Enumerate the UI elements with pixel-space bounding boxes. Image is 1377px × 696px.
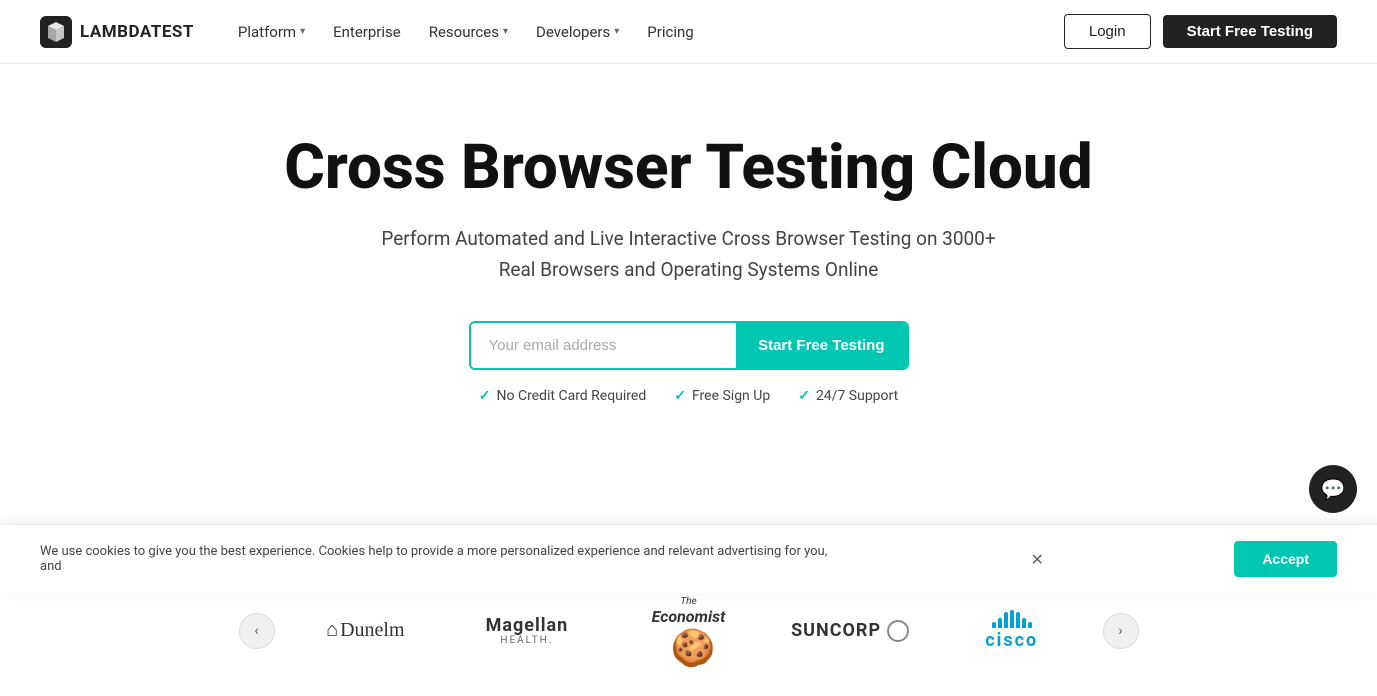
cisco-text: cisco [985, 630, 1038, 651]
magellan-bottom-text: HEALTH. [500, 635, 553, 646]
chevron-down-icon: ▾ [503, 26, 508, 37]
brand-name: LAMBDATEST [80, 22, 194, 42]
economist-the-text: The [680, 596, 696, 607]
logos-row: ‹ ⌂ Dunelm Magellan HEALTH. The [239, 606, 1139, 656]
cookie-text: We use cookies to give you the best expe… [40, 544, 840, 574]
nav-item-developers[interactable]: Developers ▾ [524, 17, 631, 47]
nav-item-enterprise[interactable]: Enterprise [321, 17, 413, 47]
cisco-bar [1004, 612, 1008, 628]
chevron-down-icon: ▾ [300, 26, 305, 37]
brand-logo-cisco: cisco [941, 606, 1083, 656]
support-label: 24/7 Support [816, 388, 898, 404]
nav-item-resources[interactable]: Resources ▾ [417, 17, 520, 47]
chat-icon: 💬 [1321, 477, 1346, 501]
start-free-testing-nav-button[interactable]: Start Free Testing [1163, 15, 1337, 48]
nav-platform-label: Platform [238, 23, 296, 41]
nav-developers-label: Developers [536, 23, 610, 41]
brand-logo-suncorp: SUNCORP [779, 606, 921, 656]
suncorp-circle-icon [887, 620, 909, 642]
hero-section: Cross Browser Testing Cloud Perform Auto… [0, 64, 1377, 504]
nav-enterprise-label: Enterprise [333, 23, 401, 41]
trust-badges: ✓ No Credit Card Required ✓ Free Sign Up… [479, 388, 898, 404]
email-input[interactable] [471, 323, 737, 368]
email-form: Start Free Testing [469, 321, 909, 370]
start-free-testing-hero-button[interactable]: Start Free Testing [736, 323, 906, 368]
economist-main-text: Economist [652, 607, 726, 626]
checkmark-icon: ✓ [479, 388, 491, 404]
next-arrow-button[interactable]: › [1103, 613, 1139, 649]
cisco-bars-icon [992, 610, 1032, 628]
trust-badge-no-cc: ✓ No Credit Card Required [479, 388, 646, 404]
login-button[interactable]: Login [1064, 14, 1151, 49]
navbar: LAMBDATEST Platform ▾ Enterprise Resourc… [0, 0, 1377, 64]
cisco-bar [1016, 612, 1020, 628]
checkmark-icon: ✓ [798, 388, 810, 404]
magellan-top-text: Magellan [486, 616, 569, 636]
cookie-close-button[interactable]: ✕ [1025, 547, 1049, 571]
free-signup-label: Free Sign Up [692, 388, 770, 404]
logo-icon [40, 16, 72, 48]
chat-bubble-button[interactable]: 💬 [1309, 465, 1357, 513]
cookie-accept-button[interactable]: Accept [1234, 541, 1337, 577]
navbar-left: LAMBDATEST Platform ▾ Enterprise Resourc… [40, 16, 706, 48]
brand-logo-economist: The Economist 🍪 [618, 606, 760, 656]
cookie-icon: 🍪 [670, 630, 706, 666]
brand-logo-magellan: Magellan HEALTH. [456, 606, 598, 656]
suncorp-text: SUNCORP [791, 620, 881, 641]
navbar-right: Login Start Free Testing [1064, 14, 1337, 49]
brand-logo-dunelm: ⌂ Dunelm [295, 606, 437, 656]
nav-pricing-label: Pricing [647, 23, 693, 41]
nav-item-pricing[interactable]: Pricing [635, 17, 705, 47]
hero-subtitle: Perform Automated and Live Interactive C… [379, 224, 999, 285]
chevron-down-icon: ▾ [614, 26, 619, 37]
nav-resources-label: Resources [429, 23, 499, 41]
prev-arrow-button[interactable]: ‹ [239, 613, 275, 649]
nav-item-platform[interactable]: Platform ▾ [226, 17, 317, 47]
no-credit-card-label: No Credit Card Required [497, 388, 647, 404]
cisco-bar [1028, 622, 1032, 628]
hero-title: Cross Browser Testing Cloud [284, 134, 1092, 202]
cisco-bar [1022, 618, 1026, 628]
cisco-bar [1010, 610, 1014, 628]
cookie-banner: We use cookies to give you the best expe… [0, 524, 1377, 593]
dunelm-text: Dunelm [340, 619, 404, 642]
dunelm-house-icon: ⌂ [326, 619, 338, 642]
cisco-bar [998, 618, 1002, 628]
trust-badge-free-signup: ✓ Free Sign Up [674, 388, 770, 404]
logo[interactable]: LAMBDATEST [40, 16, 194, 48]
brand-logos-container: ⌂ Dunelm Magellan HEALTH. The Economist … [275, 606, 1103, 656]
nav-links: Platform ▾ Enterprise Resources ▾ Develo… [226, 17, 706, 47]
trust-badge-support: ✓ 24/7 Support [798, 388, 898, 404]
cisco-bar [992, 622, 996, 628]
checkmark-icon: ✓ [674, 388, 686, 404]
